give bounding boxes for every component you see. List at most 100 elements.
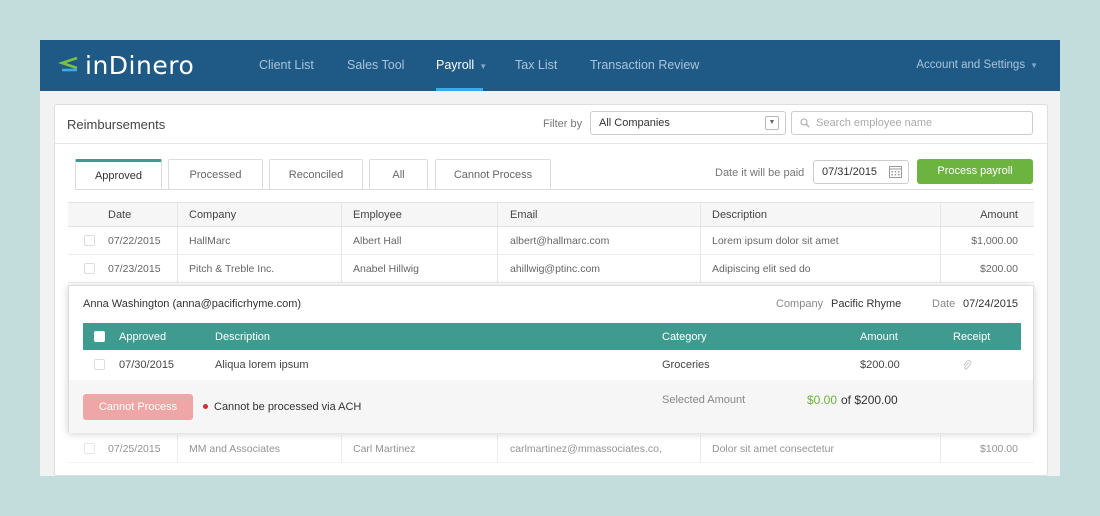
column-divider (700, 227, 701, 254)
tab-approved[interactable]: Approved (75, 159, 162, 190)
date-label: Date (932, 298, 956, 310)
tab-reconciled[interactable]: Reconciled (269, 159, 363, 189)
page-title: Reimbursements (67, 117, 166, 132)
column-divider (700, 203, 701, 226)
search-box[interactable] (791, 111, 1033, 135)
column-header-description[interactable]: Description (712, 209, 767, 221)
select-all-checkbox[interactable] (94, 331, 105, 342)
nav-payroll-label: Payroll (436, 58, 475, 72)
company-label: Company (776, 298, 824, 310)
date-value: 07/24/2015 (963, 298, 1019, 310)
cannot-process-button[interactable]: Cannot Process (83, 394, 193, 420)
column-divider (177, 203, 178, 226)
column-header-company[interactable]: Company (189, 209, 236, 221)
column-divider (177, 255, 178, 282)
column-header-amount[interactable]: Amount (980, 209, 1018, 221)
column-header-employee[interactable]: Employee (353, 209, 402, 221)
column-divider (497, 227, 498, 254)
row-checkbox[interactable] (84, 263, 95, 274)
cell-employee: Carl Martinez (353, 443, 416, 455)
app-window: inDinero Client List Sales Tool Payroll ▼… (40, 40, 1060, 476)
column-divider (497, 255, 498, 282)
cell-email: albert@hallmarc.com (510, 235, 610, 247)
column-divider (177, 435, 178, 462)
chevron-down-icon: ▼ (1030, 61, 1038, 70)
cell-description: Lorem ipsum dolor sit amet (712, 235, 839, 247)
item-amount: $200.00 (860, 359, 900, 371)
reimbursements-panel: Reimbursements Filter by All Companies ▼… (54, 104, 1048, 476)
column-divider (497, 435, 498, 462)
cell-amount: $100.00 (980, 443, 1018, 455)
item-date: 07/30/2015 (119, 359, 175, 371)
tab-all[interactable]: All (369, 159, 428, 189)
selected-amount-total: of $200.00 (841, 393, 898, 407)
process-payroll-button[interactable]: Process payroll (917, 159, 1033, 184)
nav-transaction-review[interactable]: Transaction Review (590, 40, 699, 91)
pay-date-field[interactable]: 07/31/2015 (813, 160, 909, 184)
company-filter-select[interactable]: All Companies ▼ (590, 111, 786, 135)
row-checkbox[interactable] (84, 235, 95, 246)
employee-name-email: Anna Washington (anna@pacificrhyme.com) (83, 298, 302, 310)
filter-label: Filter by (543, 118, 583, 130)
cell-amount: $200.00 (980, 263, 1018, 275)
cell-description: Adipiscing elit sed do (712, 263, 811, 275)
calendar-icon[interactable] (889, 165, 902, 178)
selected-amount-label: Selected Amount (662, 394, 746, 406)
column-header-receipt: Receipt (953, 331, 991, 343)
account-settings-menu[interactable]: Account and Settings ▼ (916, 40, 1038, 91)
column-divider (700, 255, 701, 282)
cell-date: 07/22/2015 (108, 235, 161, 247)
item-checkbox[interactable] (94, 359, 105, 370)
paperclip-icon[interactable] (962, 359, 972, 371)
column-divider (940, 435, 941, 462)
nav-tax-list[interactable]: Tax List (515, 40, 557, 91)
table-header: Date Company Employee Email Description … (68, 202, 1034, 227)
error-dot-icon (203, 404, 208, 409)
cell-employee: Albert Hall (353, 235, 402, 247)
column-divider (700, 435, 701, 462)
column-header-description: Description (215, 331, 271, 343)
column-header-date[interactable]: Date (108, 209, 131, 221)
filter-value: All Companies (599, 117, 670, 129)
nav-payroll[interactable]: Payroll ▼ (436, 40, 487, 91)
cell-employee: Anabel Hillwig (353, 263, 419, 275)
top-navbar: inDinero Client List Sales Tool Payroll ▼… (40, 40, 1060, 91)
item-description: Aliqua lorem ipsum (215, 359, 309, 371)
column-divider (341, 227, 342, 254)
expense-item-row[interactable]: 07/30/2015 Aliqua lorem ipsum Groceries … (83, 350, 1021, 380)
cell-company: HallMarc (189, 235, 231, 247)
row-checkbox[interactable] (84, 443, 95, 454)
column-header-amount: Amount (860, 331, 898, 343)
tab-cannot-process[interactable]: Cannot Process (435, 159, 551, 189)
nav-client-list[interactable]: Client List (259, 40, 314, 91)
expanded-reimbursement-card: Anna Washington (anna@pacificrhyme.com) … (68, 285, 1034, 433)
column-divider (341, 435, 342, 462)
logo-arrows-icon (58, 56, 78, 72)
account-settings-label: Account and Settings (916, 59, 1026, 71)
column-divider (341, 203, 342, 226)
cell-company: Pitch & Treble Inc. (189, 263, 275, 275)
column-divider (177, 227, 178, 254)
tabs-baseline (75, 189, 1033, 190)
nav-sales-tool[interactable]: Sales Tool (347, 40, 404, 91)
cell-description: Dolor sit amet consectetur (712, 443, 834, 455)
table-row[interactable]: 07/23/2015 Pitch & Treble Inc. Anabel Hi… (68, 255, 1034, 283)
pay-date-label: Date it will be paid (715, 167, 805, 179)
tab-processed[interactable]: Processed (168, 159, 263, 189)
items-table-header: Approved Description Category Amount Rec… (83, 323, 1021, 350)
pay-date-value: 07/31/2015 (822, 166, 878, 178)
column-divider (940, 203, 941, 226)
company-value: Pacific Rhyme (831, 298, 902, 310)
cell-amount: $1,000.00 (971, 235, 1018, 247)
divider (55, 143, 1047, 144)
error-message: Cannot be processed via ACH (214, 401, 362, 413)
item-category: Groceries (662, 359, 710, 371)
table-row[interactable]: 07/22/2015 HallMarc Albert Hall albert@h… (68, 227, 1034, 255)
chevron-down-icon: ▼ (479, 62, 488, 71)
logo[interactable]: inDinero (58, 51, 194, 80)
card-footer: Cannot Process Cannot be processed via A… (69, 380, 1033, 433)
table-row[interactable]: 07/25/2015 MM and Associates Carl Martin… (68, 435, 1034, 463)
search-input[interactable] (816, 112, 1026, 134)
column-divider (497, 203, 498, 226)
column-header-email[interactable]: Email (510, 209, 538, 221)
